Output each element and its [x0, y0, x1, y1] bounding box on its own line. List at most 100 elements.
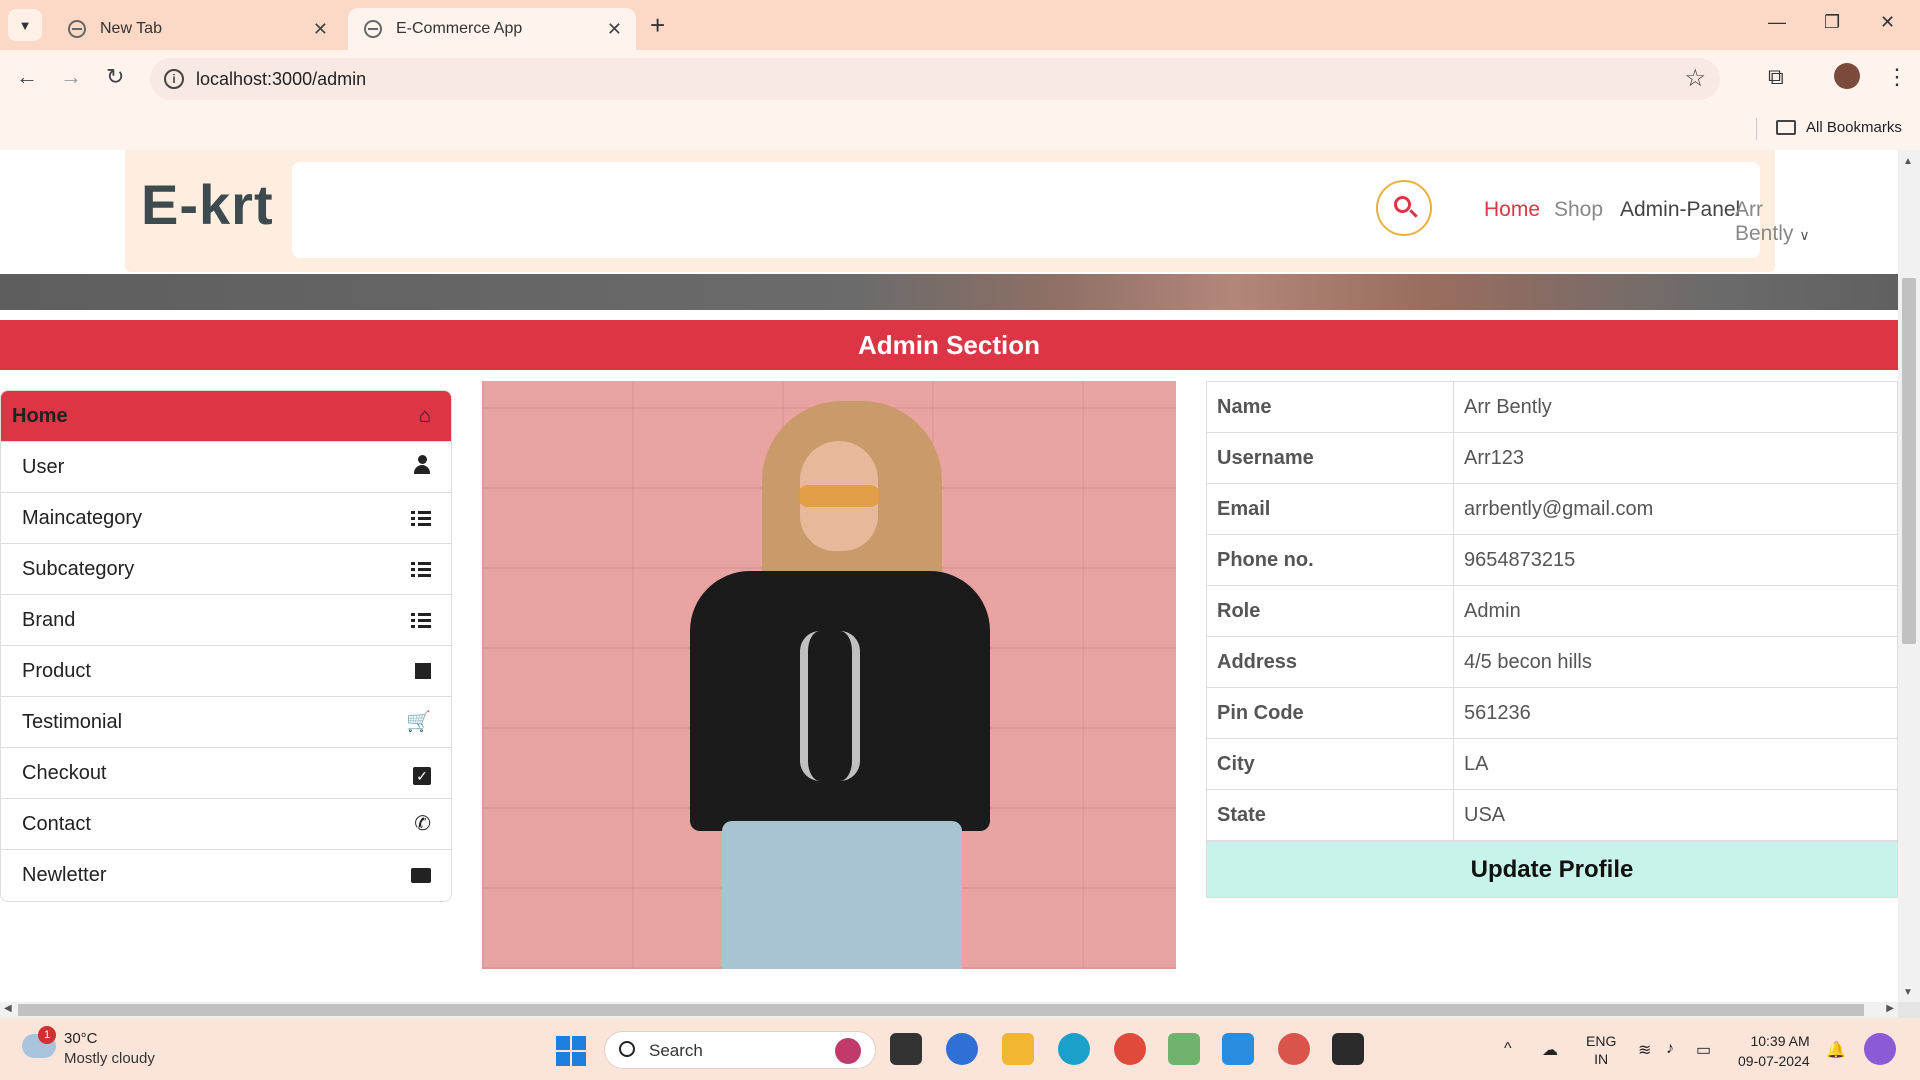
all-bookmarks-link[interactable]: All Bookmarks [1806, 119, 1902, 136]
language-indicator[interactable]: ENG IN [1586, 1032, 1616, 1068]
nav-home-link[interactable]: Home [1484, 198, 1540, 222]
scroll-down-icon[interactable]: ▼ [1903, 987, 1913, 998]
site-logo[interactable]: E-krt [141, 172, 274, 237]
table-row: City LA [1206, 738, 1898, 790]
update-profile-button[interactable]: Update Profile [1206, 841, 1898, 898]
vscode-icon[interactable] [1222, 1033, 1254, 1065]
sidebar-item-label: Brand [22, 609, 76, 631]
volume-icon[interactable]: ♪ [1666, 1040, 1674, 1058]
edge-icon[interactable] [1058, 1033, 1090, 1065]
site-info-icon[interactable]: i [164, 69, 184, 89]
windows-start-icon[interactable] [556, 1036, 586, 1066]
nav-shop-link[interactable]: Shop [1554, 198, 1603, 222]
sidebar-item-home[interactable]: Home ⌂ [1, 391, 451, 442]
image-app-icon[interactable] [1168, 1033, 1200, 1065]
sidebar-item-label: Maincategory [22, 507, 143, 529]
system-clock[interactable]: 10:39 AM 09-07-2024 [1738, 1031, 1810, 1071]
checkbox-icon: ✓ [413, 748, 431, 798]
browser-tab-bar: ▼ New Tab ✕ E-Commerce App ✕ + — ❐ ✕ [0, 0, 1920, 50]
sidebar-item-newletter[interactable]: Newletter [1, 850, 451, 901]
scroll-up-icon[interactable]: ▲ [1903, 156, 1913, 167]
chrome-icon[interactable] [1114, 1033, 1146, 1065]
chrome-profile-icon[interactable] [1278, 1033, 1310, 1065]
copilot-icon[interactable] [1864, 1033, 1896, 1065]
profile-photo [482, 381, 1176, 969]
cart-icon: 🛒 [406, 711, 431, 733]
list-icon [411, 595, 431, 645]
scrollbar-thumb[interactable] [18, 1004, 1864, 1016]
list-icon [411, 544, 431, 594]
tab-ecommerce-app[interactable]: E-Commerce App ✕ [348, 8, 636, 50]
close-window-button[interactable]: ✕ [1880, 12, 1895, 33]
admin-sidebar: Home ⌂ User Maincategory Subcategory Bra… [0, 390, 452, 902]
sidebar-item-contact[interactable]: Contact ✆ [1, 799, 451, 850]
sidebar-item-label: Contact [22, 813, 91, 835]
sidebar-item-maincategory[interactable]: Maincategory [1, 493, 451, 544]
notification-bell-icon[interactable]: 🔔 [1826, 1040, 1846, 1060]
menu-kebab-icon[interactable]: ⋮ [1886, 64, 1908, 90]
square-icon [415, 646, 431, 696]
bookmark-star-icon[interactable]: ☆ [1684, 64, 1706, 93]
minimize-button[interactable]: — [1768, 12, 1786, 33]
sidebar-item-label: Subcategory [22, 558, 135, 580]
back-button[interactable]: ← [16, 64, 38, 90]
url-text[interactable]: localhost:3000/admin [196, 69, 366, 90]
tab-title: E-Commerce App [396, 20, 523, 37]
extensions-icon[interactable]: ⧉ [1768, 64, 1784, 90]
sidebar-item-checkout[interactable]: Checkout ✓ [1, 748, 451, 799]
nav-admin-panel-link[interactable]: Admin-Panel [1620, 198, 1740, 222]
taskbar-search[interactable]: Search [604, 1031, 876, 1069]
wifi-icon[interactable]: ≋ [1638, 1040, 1651, 1060]
user-menu-dropdown[interactable]: Arr Bently ∨ [1735, 198, 1810, 246]
weather-desc[interactable]: Mostly cloudy [64, 1050, 155, 1067]
scrollbar-thumb[interactable] [1902, 278, 1916, 644]
close-tab-icon[interactable]: ✕ [607, 19, 622, 40]
page-viewport: E-krt Home Shop Admin-Panel Arr Bently ∨ … [0, 150, 1898, 1002]
sidebar-item-testimonial[interactable]: Testimonial 🛒 [1, 697, 451, 748]
close-tab-icon[interactable]: ✕ [313, 19, 328, 40]
sidebar-item-brand[interactable]: Brand [1, 595, 451, 646]
address-bar[interactable]: i localhost:3000/admin ☆ [150, 58, 1720, 100]
weather-badge: 1 [38, 1026, 56, 1044]
battery-icon[interactable]: ▭ [1696, 1040, 1711, 1060]
sidebar-item-subcategory[interactable]: Subcategory [1, 544, 451, 595]
task-view-icon[interactable] [890, 1033, 922, 1065]
new-tab-button[interactable]: + [650, 10, 665, 41]
restore-button[interactable]: ❐ [1824, 12, 1840, 33]
tray-chevron-up-icon[interactable]: ^ [1504, 1040, 1512, 1058]
windows-taskbar: 1 30°C Mostly cloudy Search ^ ☁ ENG IN ≋… [0, 1018, 1920, 1080]
table-row: State USA [1206, 789, 1898, 841]
table-row: Pin Code 561236 [1206, 687, 1898, 739]
reload-button[interactable]: ↻ [106, 64, 124, 90]
search-icon [619, 1041, 635, 1057]
vertical-scrollbar[interactable]: ▲ ▼ [1898, 150, 1920, 1002]
bookmarks-bar: All Bookmarks [0, 108, 1920, 150]
sidebar-item-label: User [22, 456, 65, 478]
sidebar-item-user[interactable]: User [1, 442, 451, 493]
horizontal-scrollbar[interactable]: ◀ ▶ [0, 1002, 1898, 1018]
globe-icon [68, 20, 86, 38]
site-header: E-krt Home Shop Admin-Panel Arr Bently ∨ [125, 150, 1810, 272]
sidebar-item-label: Checkout [22, 762, 107, 784]
tab-new-tab[interactable]: New Tab ✕ [52, 8, 342, 50]
terminal-icon[interactable] [1332, 1033, 1364, 1065]
profile-avatar[interactable] [1834, 63, 1860, 89]
firefox-icon[interactable] [946, 1033, 978, 1065]
chevron-down-icon: ∨ [1799, 227, 1810, 243]
file-explorer-icon[interactable] [1002, 1033, 1034, 1065]
scroll-right-icon[interactable]: ▶ [1886, 1003, 1894, 1014]
forward-button[interactable]: → [60, 64, 82, 90]
hero-banner-strip [0, 274, 1898, 310]
sidebar-item-label: Product [22, 660, 91, 682]
profile-details: Name Arr Bently Username Arr123 Email arrbe… [1206, 381, 1898, 898]
table-row: Name Arr Bently [1206, 381, 1898, 433]
weather-temp[interactable]: 30°C [64, 1030, 98, 1047]
tab-search-dropdown[interactable]: ▼ [8, 9, 42, 41]
tab-title: New Tab [100, 20, 162, 37]
search-button[interactable] [1376, 180, 1432, 236]
sidebar-item-product[interactable]: Product [1, 646, 451, 697]
sidebar-item-label: Home [12, 405, 68, 427]
scroll-left-icon[interactable]: ◀ [4, 1003, 12, 1014]
divider [1756, 118, 1757, 140]
onedrive-icon[interactable]: ☁ [1542, 1040, 1558, 1060]
